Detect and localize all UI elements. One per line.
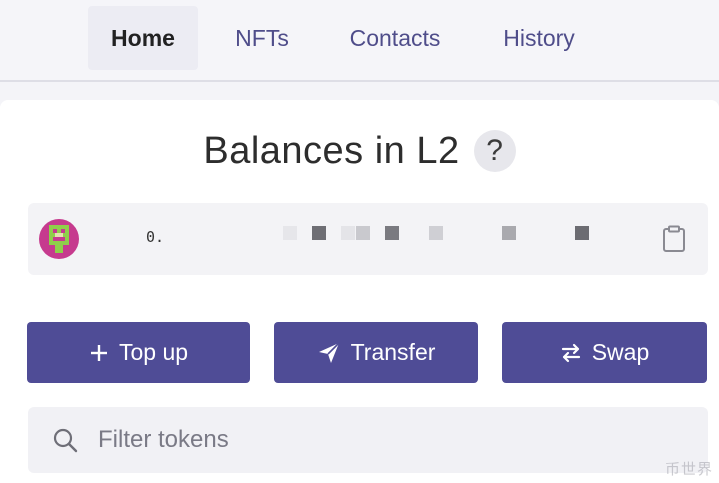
obscured-address-block (502, 226, 516, 240)
account-address: 0. (146, 228, 165, 246)
clipboard-icon[interactable] (662, 225, 686, 253)
paper-plane-icon (318, 341, 340, 363)
tab-nfts[interactable]: NFTs (218, 6, 306, 70)
swap-button[interactable]: Swap (502, 322, 707, 383)
obscured-address-block (341, 226, 355, 240)
plus-icon (90, 344, 107, 361)
identicon-avatar-icon (39, 219, 79, 259)
obscured-address-block (385, 226, 399, 240)
watermark: 币世界 (664, 461, 713, 478)
tab-home[interactable]: Home (88, 6, 198, 70)
filter-tokens-input[interactable] (96, 425, 660, 455)
avatar (39, 219, 79, 259)
obscured-address-block (575, 226, 589, 240)
search-icon (53, 428, 78, 453)
balances-header: Balances in L2 ? (0, 126, 719, 176)
page-title: Balances in L2 (203, 129, 460, 172)
obscured-address-block (429, 226, 443, 240)
top-up-button[interactable]: Top up (27, 322, 250, 383)
top-navigation: Home NFTs Contacts History (0, 0, 719, 82)
swap-label: Swap (591, 339, 650, 365)
top-up-label: Top up (118, 339, 189, 365)
help-button[interactable]: ? (473, 130, 516, 172)
obscured-address-block (283, 226, 297, 240)
swap-arrows-icon (561, 343, 580, 362)
obscured-address-block (356, 226, 370, 240)
filter-tokens-field (28, 407, 708, 473)
account-address-box: 0. (28, 203, 708, 275)
transfer-button[interactable]: Transfer (274, 322, 478, 383)
transfer-label: Transfer (350, 339, 436, 365)
tab-history[interactable]: History (486, 6, 592, 70)
obscured-address-block (312, 226, 326, 240)
tab-contacts[interactable]: Contacts (330, 6, 460, 70)
